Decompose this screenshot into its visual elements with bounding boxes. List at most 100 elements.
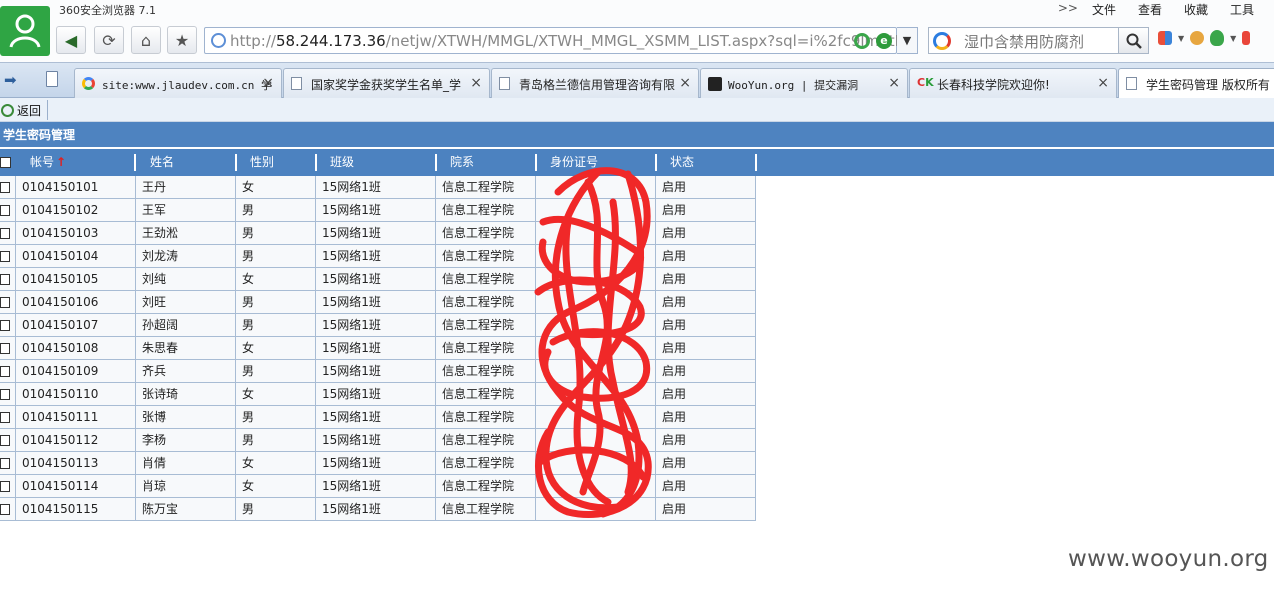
cell-class: 15网络1班 [316, 199, 436, 222]
cell-account: 0104150101 [16, 176, 136, 199]
cell-name: 张诗琦 [136, 383, 236, 406]
watermark: www.wooyun.org [1068, 546, 1269, 572]
column-header-account[interactable]: 帐号 ↑ [30, 149, 66, 176]
cell-name: 刘纯 [136, 268, 236, 291]
cell-department: 信息工程学院 [436, 176, 536, 199]
cell-name: 朱思春 [136, 337, 236, 360]
cell-select [0, 291, 16, 314]
cell-gender: 男 [236, 291, 316, 314]
favorite-button[interactable]: ★ [167, 26, 197, 54]
tab-label: 国家奖学金获奖学生名单_学 [311, 78, 462, 92]
cell-account: 0104150115 [16, 498, 136, 521]
cell-name: 王丹 [136, 176, 236, 199]
back-button[interactable]: ◀ [56, 26, 86, 54]
cell-class: 15网络1班 [316, 245, 436, 268]
extension-bar: ▼ ▼ [1158, 30, 1251, 46]
column-header-class[interactable]: 班级 [330, 149, 354, 176]
tab-wooyun[interactable]: WooYun.org | 提交漏洞 × [700, 68, 908, 99]
cell-select [0, 245, 16, 268]
cell-class: 15网络1班 [316, 429, 436, 452]
close-icon[interactable]: × [470, 75, 482, 91]
column-header-status[interactable]: 状态 [670, 149, 694, 176]
security-check-icon[interactable]: e [876, 33, 892, 49]
close-icon[interactable]: × [1097, 75, 1109, 91]
menu-tools[interactable]: 工具 [1230, 1, 1254, 18]
browser-toolbar: 360安全浏览器 7.1 >> 文件 查看 收藏 工具 ◀ ⟳ ⌂ ★ http… [0, 0, 1274, 62]
tab-qingdao-consulting[interactable]: 青岛格兰德信用管理咨询有限 × [491, 68, 699, 99]
tab-changchun-college[interactable]: CK 长春科技学院欢迎你! × [909, 68, 1117, 99]
back-link[interactable]: 返回 [0, 100, 49, 120]
tab-scholarship-list[interactable]: 国家奖学金获奖学生名单_学 × [283, 68, 490, 99]
menu-overflow-icon[interactable]: >> [1058, 1, 1078, 18]
cell-select [0, 199, 16, 222]
cell-select [0, 452, 16, 475]
tab-student-password[interactable]: 学生密码管理 版权所有 [1118, 68, 1274, 99]
column-divider[interactable] [755, 154, 757, 171]
menu-file[interactable]: 文件 [1092, 1, 1116, 18]
cell-select [0, 383, 16, 406]
tab-google-search[interactable]: site:www.jlaudev.com.cn 学 × [74, 68, 282, 99]
refresh-button[interactable]: ⟳ [94, 26, 124, 54]
cell-account: 0104150105 [16, 268, 136, 291]
close-icon[interactable]: × [262, 75, 274, 91]
cell-status: 启用 [656, 268, 756, 291]
page-icon [291, 77, 302, 90]
cell-class: 15网络1班 [316, 314, 436, 337]
close-icon[interactable]: × [679, 75, 691, 91]
cell-status: 启用 [656, 222, 756, 245]
cell-account: 0104150107 [16, 314, 136, 337]
cell-account: 0104150108 [16, 337, 136, 360]
column-header-name[interactable]: 姓名 [150, 149, 174, 176]
chevron-down-icon[interactable]: ▼ [1230, 34, 1236, 43]
tab-list-icon[interactable] [46, 71, 58, 87]
column-header-department[interactable]: 院系 [450, 149, 474, 176]
menu-bar: >> 文件 查看 收藏 工具 [1058, 1, 1254, 18]
cell-status: 启用 [656, 383, 756, 406]
column-divider[interactable] [435, 154, 437, 171]
more-icon[interactable] [1242, 31, 1251, 45]
search-button[interactable] [1119, 27, 1149, 54]
star-icon: ★ [174, 30, 190, 50]
cell-gender: 男 [236, 406, 316, 429]
cell-status: 启用 [656, 406, 756, 429]
cookie-icon[interactable] [1190, 31, 1205, 45]
column-divider[interactable] [315, 154, 317, 171]
sidebar-toggle-icon[interactable]: ➡ [4, 71, 17, 89]
search-engine-icon[interactable] [933, 32, 951, 50]
chevron-down-icon[interactable]: ▼ [1178, 34, 1184, 43]
cell-account: 0104150104 [16, 245, 136, 268]
cell-gender: 女 [236, 268, 316, 291]
redaction-scribble [534, 167, 652, 519]
user-avatar-icon[interactable] [0, 6, 50, 56]
select-all-checkbox[interactable] [0, 157, 11, 168]
menu-favorites[interactable]: 收藏 [1184, 1, 1208, 18]
cell-class: 15网络1班 [316, 475, 436, 498]
address-bar[interactable]: http://58.244.173.36/netjw/XTWH/MMGL/XTW… [204, 27, 906, 54]
search-input[interactable]: 湿巾含禁用防腐剂 [928, 27, 1119, 54]
menu-view[interactable]: 查看 [1138, 1, 1162, 18]
apps-grid-icon[interactable] [1158, 31, 1172, 45]
shield-icon[interactable] [1210, 30, 1225, 46]
compat-mode-icon[interactable] [854, 33, 870, 49]
cell-department: 信息工程学院 [436, 360, 536, 383]
cell-name: 肖琼 [136, 475, 236, 498]
cell-select [0, 360, 16, 383]
cell-select [0, 176, 16, 199]
cell-department: 信息工程学院 [436, 314, 536, 337]
cell-status: 启用 [656, 337, 756, 360]
cell-gender: 女 [236, 475, 316, 498]
cell-class: 15网络1班 [316, 176, 436, 199]
column-divider[interactable] [134, 154, 136, 171]
address-dropdown-button[interactable]: ▼ [897, 27, 918, 54]
column-header-gender[interactable]: 性别 [250, 149, 274, 176]
cell-department: 信息工程学院 [436, 452, 536, 475]
cell-class: 15网络1班 [316, 291, 436, 314]
address-url[interactable]: http://58.244.173.36/netjw/XTWH/MMGL/XTW… [230, 32, 906, 50]
close-icon[interactable]: × [888, 75, 900, 91]
cell-gender: 男 [236, 222, 316, 245]
home-button[interactable]: ⌂ [131, 26, 161, 54]
cell-department: 信息工程学院 [436, 475, 536, 498]
url-path: /netjw/XTWH/MMGL/XTWH_MMGL_XSMM_LIST.asp… [385, 32, 906, 50]
column-divider[interactable] [235, 154, 237, 171]
ck-icon: CK [917, 76, 934, 89]
